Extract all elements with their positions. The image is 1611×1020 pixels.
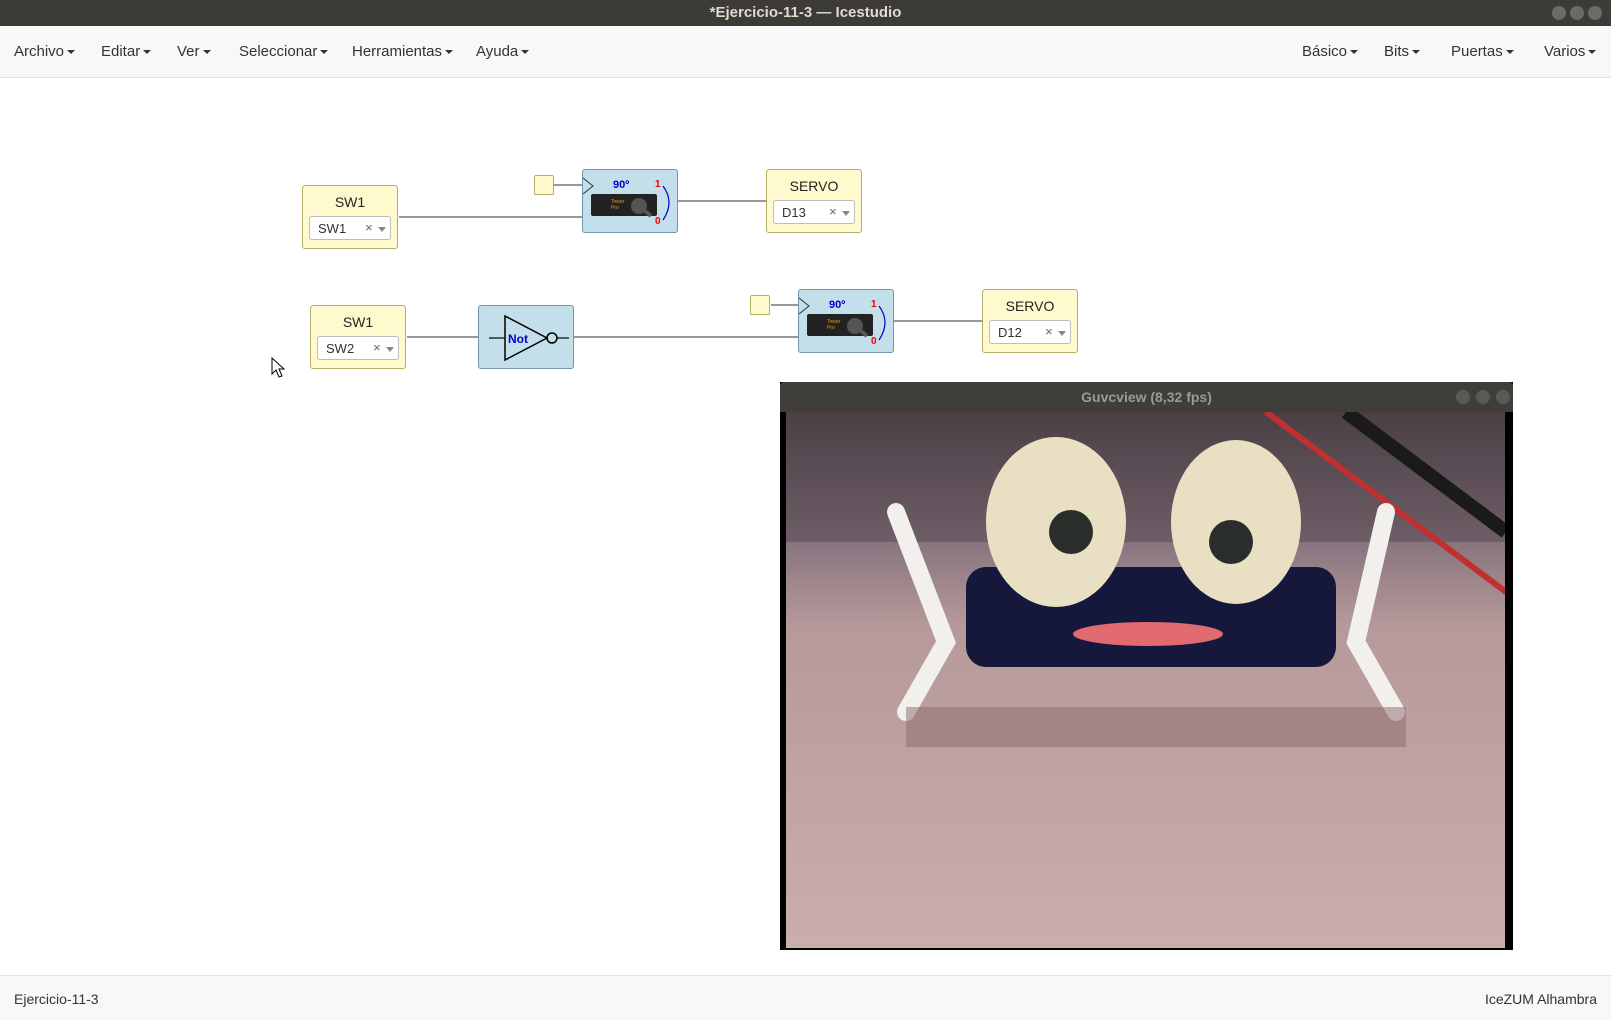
block-title: SW1 [342,314,374,330]
minimize-icon[interactable] [1552,6,1566,20]
clear-icon[interactable]: × [373,340,381,355]
guvcview-window[interactable]: Guvcview (8,32 fps) [780,382,1513,950]
guvcview-title: Guvcview (8,32 fps) [1081,389,1212,405]
dropdown-arrow-icon[interactable] [378,227,386,232]
pin-value: SW1 [318,221,347,236]
caret-down-icon [1412,50,1421,55]
pin-select[interactable]: D13 × [773,200,855,224]
servo-icon: 90º 1 0 Tower Pro [583,177,670,227]
close-icon[interactable] [1588,6,1602,20]
block-title: SW1 [334,194,366,210]
pin-select[interactable]: D12 × [989,320,1071,344]
not-gate-icon: Not [489,314,569,362]
pin-value: SW2 [326,341,355,356]
caret-down-icon [143,50,152,55]
board-name[interactable]: IceZUM Alhambra [1485,991,1597,1007]
dropdown-arrow-icon[interactable] [1058,331,1066,336]
clear-icon[interactable]: × [1045,324,1053,339]
caret-down-icon [320,50,329,55]
menu-seleccionar[interactable]: Seleccionar [239,43,329,60]
window-title: *Ejercicio-11-3 — Icestudio [709,4,902,21]
caret-down-icon [202,50,211,55]
output-block-servo-d12[interactable]: SERVO D12 × [982,289,1078,353]
servo-block-2[interactable]: 90º 1 0 Tower Pro [798,289,894,353]
camera-image [786,412,1505,948]
menu-herramientas[interactable]: Herramientas [352,43,454,60]
dropdown-arrow-icon[interactable] [842,211,850,216]
close-icon[interactable] [1496,390,1510,404]
svg-text:1: 1 [655,179,661,190]
pin-value: D12 [998,325,1022,340]
camera-video-feed [786,412,1505,948]
pin-select[interactable]: SW1 × [309,216,391,240]
caret-down-icon [1350,50,1359,55]
caret-down-icon [445,50,454,55]
menu-varios[interactable]: Varios [1544,43,1597,60]
svg-text:90º: 90º [613,179,629,191]
svg-text:0: 0 [871,336,877,347]
clear-icon[interactable]: × [365,220,373,235]
svg-text:Not: Not [508,332,528,346]
svg-text:0: 0 [655,216,661,227]
menu-archivo[interactable]: Archivo [14,43,76,60]
menu-basico[interactable]: Básico [1302,43,1359,60]
pin-value: D13 [782,205,806,220]
window-titlebar: *Ejercicio-11-3 — Icestudio [0,0,1611,26]
mouse-cursor-icon [271,357,286,378]
constant-input-block[interactable] [750,295,770,315]
menubar: Archivo Editar Ver Seleccionar Herramien… [0,26,1611,78]
servo-icon: 90º 1 0 Tower Pro [799,297,886,347]
output-block-servo-d13[interactable]: SERVO D13 × [766,169,862,233]
minimize-icon[interactable] [1456,390,1470,404]
menu-ayuda[interactable]: Ayuda [476,43,530,60]
current-file-name: Ejercicio-11-3 [14,991,99,1007]
svg-text:1: 1 [871,299,877,310]
svg-text:90º: 90º [829,299,845,311]
statusbar: Ejercicio-11-3 IceZUM Alhambra [0,975,1611,1020]
input-block-sw1[interactable]: SW1 SW1 × [302,185,398,249]
maximize-icon[interactable] [1476,390,1490,404]
caret-down-icon [67,50,76,55]
pin-select[interactable]: SW2 × [317,336,399,360]
block-title: SERVO [789,178,839,194]
caret-down-icon [1505,50,1514,55]
servo-block-1[interactable]: 90º 1 0 Tower Pro [582,169,678,233]
menu-editar[interactable]: Editar [101,43,152,60]
svg-text:Pro: Pro [827,325,835,331]
block-title: SERVO [1005,298,1055,314]
not-gate-block[interactable]: Not [478,305,574,369]
menu-bits[interactable]: Bits [1384,43,1421,60]
svg-text:Pro: Pro [611,205,619,211]
input-block-sw2[interactable]: SW1 SW2 × [310,305,406,369]
maximize-icon[interactable] [1570,6,1584,20]
dropdown-arrow-icon[interactable] [386,347,394,352]
guvcview-titlebar[interactable]: Guvcview (8,32 fps) [780,382,1513,412]
menu-ver[interactable]: Ver [177,43,211,60]
clear-icon[interactable]: × [829,204,837,219]
constant-input-block[interactable] [534,175,554,195]
menu-puertas[interactable]: Puertas [1451,43,1514,60]
caret-down-icon [521,50,530,55]
caret-down-icon [1588,50,1597,55]
